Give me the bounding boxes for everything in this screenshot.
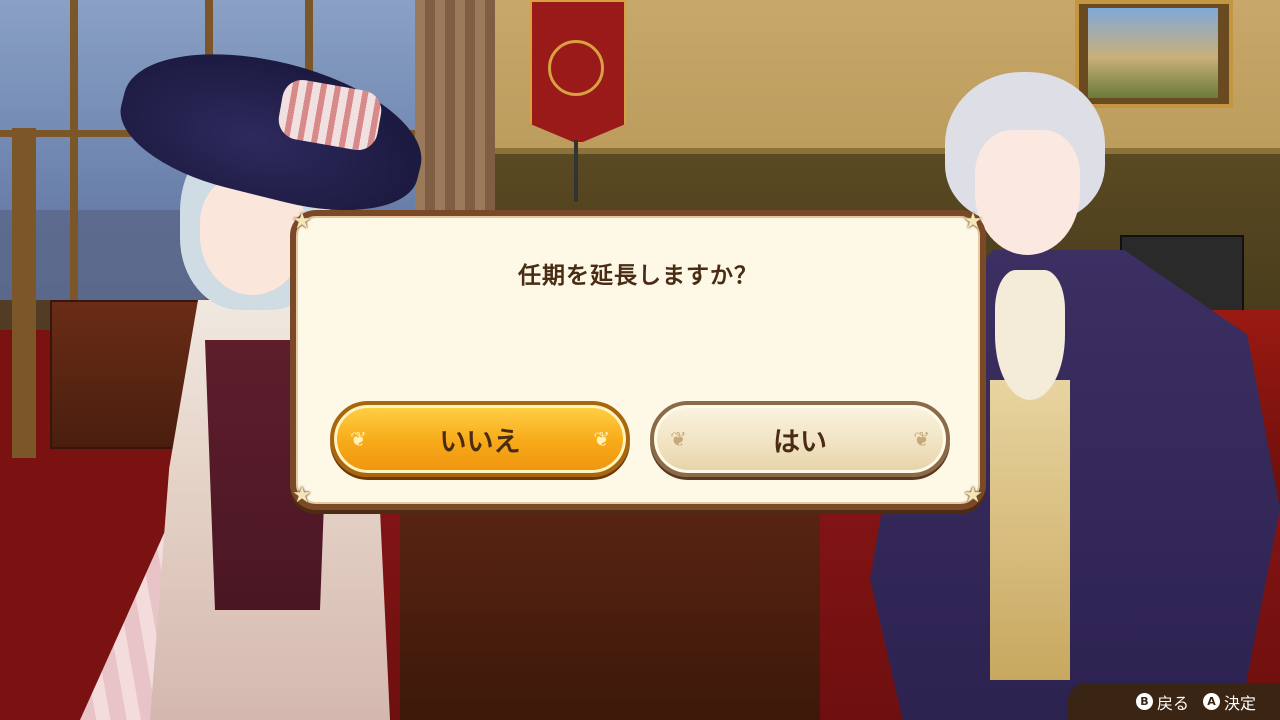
ornament-icon: ❦ (350, 427, 367, 451)
ornament-icon: ❦ (593, 427, 610, 451)
back-hint[interactable]: B 戻る (1135, 690, 1189, 714)
star-corner-icon: ★ (292, 483, 312, 508)
back-label: 戻る (1156, 693, 1189, 713)
a-button-icon: A (1202, 693, 1220, 710)
boy-face (975, 130, 1080, 255)
confirm-label: 決定 (1223, 693, 1256, 713)
yes-button-label: はい (773, 426, 827, 458)
star-corner-icon: ★ (963, 483, 983, 508)
no-button[interactable]: ❦ いいえ ❦ (330, 401, 630, 477)
confirm-hint[interactable]: A 決定 (1202, 690, 1256, 714)
center-desk (400, 500, 820, 720)
crest-emblem (548, 40, 604, 96)
no-button-label: いいえ (439, 426, 521, 458)
button-hints: B 戻る A 決定 (1068, 683, 1280, 720)
star-corner-icon: ★ (292, 209, 312, 234)
wooden-post (12, 128, 36, 458)
yes-button[interactable]: ❦ はい ❦ (650, 401, 950, 477)
dialog-question: 任期を延長しますか？ (518, 263, 758, 289)
painting (1088, 8, 1218, 98)
star-corner-icon: ★ (963, 209, 983, 234)
boy-jabot (995, 270, 1065, 400)
ornament-icon: ❦ (913, 427, 930, 451)
ornament-icon: ❦ (670, 427, 687, 451)
b-button-icon: B (1135, 693, 1153, 710)
